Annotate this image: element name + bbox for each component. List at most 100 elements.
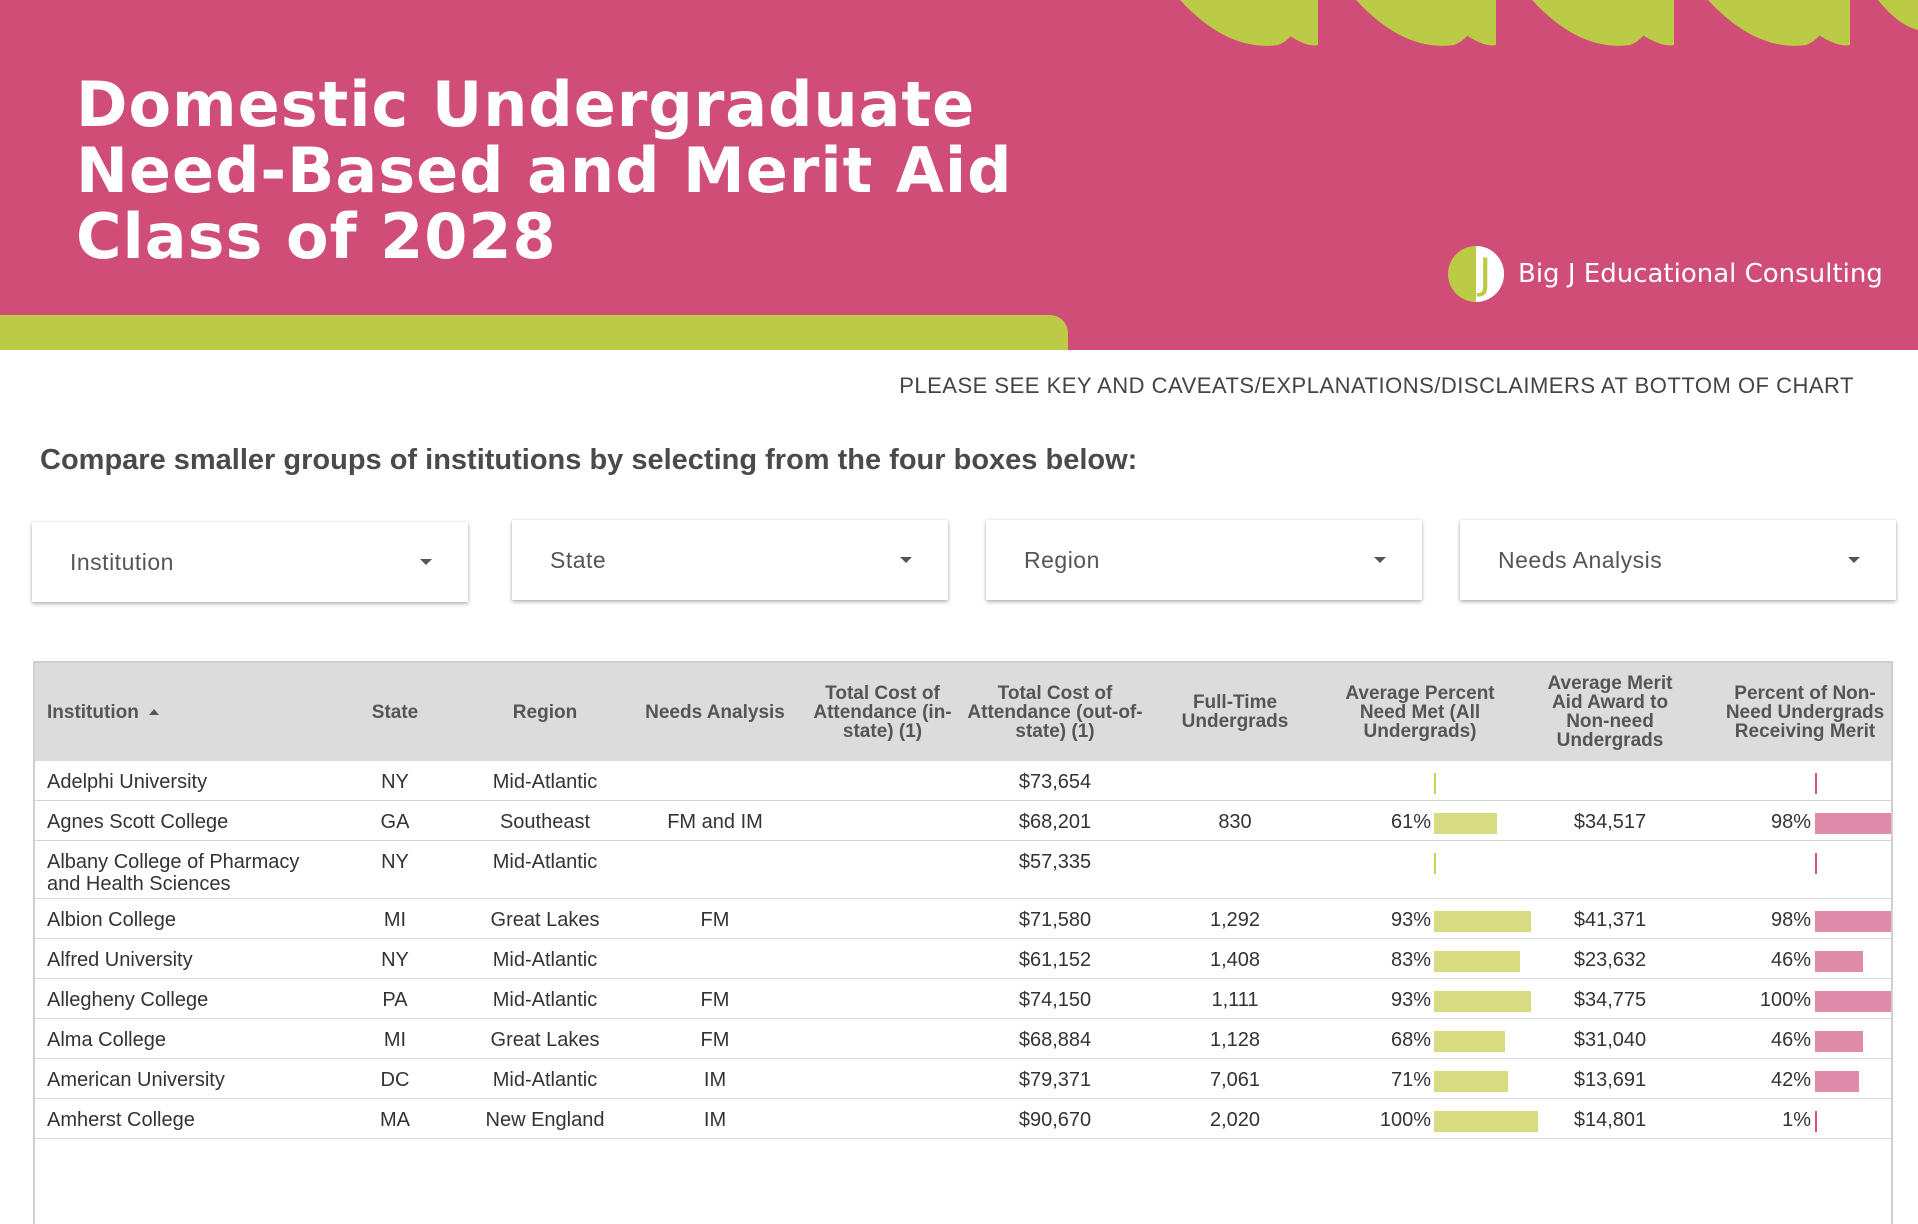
sort-ascending-icon [148,709,159,715]
cell-need-met [1325,841,1431,851]
cell-need-met: 100% [1379,1109,1431,1131]
cell-merit-avg [1530,841,1690,851]
column-header-merit-avg[interactable]: Average Merit Aid Award to Non-need Unde… [1530,663,1690,761]
need-met-bar-cell [1434,1099,1542,1138]
cell-cost-out-of-state: $90,670 [1018,1109,1092,1131]
cell-cost-out-of-state: $61,152 [1018,949,1092,971]
merit-pct-bar [1815,911,1891,932]
merit-pct-bar [1815,1111,1817,1132]
merit-pct-bar-cell [1815,899,1891,938]
merit-pct-bar-cell [1815,1019,1891,1058]
cell-merit-avg: $14,801 [1573,1109,1647,1131]
chevron-down-icon [420,559,432,565]
cell-cost-out-of-state: $74,150 [1018,989,1092,1011]
table-row: Alma College MI Great Lakes FM $68,884 1,128 6… [35,1019,1891,1059]
cell-need-met: 71% [1390,1069,1431,1091]
cell-merit-pct [1675,841,1811,851]
brand-logo-icon: J [1448,246,1504,302]
cell-institution: Alma College [47,1029,166,1051]
cell-needs-analysis: IM [703,1109,727,1131]
cell-institution: Alfred University [47,949,193,971]
cell-region: Mid-Atlantic [492,851,598,873]
disclaimer-notice: PLEASE SEE KEY AND CAVEATS/EXPLANATIONS/… [899,373,1854,398]
column-header-state[interactable]: State [345,663,445,761]
institution-filter-dropdown[interactable]: Institution [32,522,468,602]
column-header-region[interactable]: Region [455,663,635,761]
cell-cost-in-state [795,1019,970,1029]
needs-analysis-filter-dropdown[interactable]: Needs Analysis [1460,520,1896,600]
column-header-full-time-undergrads[interactable]: Full-Time Undergrads [1165,663,1305,761]
cell-need-met: 83% [1390,949,1431,971]
merit-pct-bar-cell [1815,979,1891,1018]
merit-pct-bar-cell [1815,801,1891,840]
table-row: Albion College MI Great Lakes FM $71,580 1,29… [35,899,1891,939]
cell-merit-pct: 1% [1782,1109,1811,1131]
need-met-bar [1434,1071,1508,1092]
cell-full-time-undergrads: 830 [1218,811,1252,833]
cell-region: New England [485,1109,605,1131]
region-filter-dropdown[interactable]: Region [986,520,1422,600]
need-met-bar [1434,1031,1505,1052]
column-header-merit-pct[interactable]: Percent of Non-Need Undergrads Receiving… [1720,663,1890,761]
title-line-2: Need-Based and Merit Aid [76,134,1013,207]
need-met-bar-cell [1434,939,1542,978]
merit-pct-bar-cell [1815,939,1891,978]
table-row: Albany College of Pharmacy and Health Sc… [35,841,1891,899]
cell-institution: Albion College [47,909,176,931]
cell-full-time-undergrads: 2,020 [1209,1109,1261,1131]
merit-pct-bar [1815,1031,1863,1052]
need-met-bar-cell [1434,1019,1542,1058]
column-header-cost-out-of-state[interactable]: Total Cost of Attendance (out-of-state) … [960,663,1150,761]
column-header-cost-in-state[interactable]: Total Cost of Attendance (in-state) (1) [795,663,970,761]
need-met-bar-cell [1434,1059,1542,1098]
cell-merit-avg: $34,517 [1573,811,1647,833]
cell-merit-pct: 42% [1770,1069,1811,1091]
cell-institution: Allegheny College [47,989,209,1011]
cell-full-time-undergrads: 1,111 [1211,989,1259,1011]
cell-needs-analysis [640,939,790,949]
cell-cost-out-of-state: $68,884 [1018,1029,1092,1051]
aid-table: Institution State Region Needs Analysis … [33,661,1893,1224]
cell-region: Mid-Atlantic [492,949,598,971]
title-line-3: Class of 2028 [76,200,557,273]
column-header-institution[interactable]: Institution [47,663,347,761]
need-met-bar [1434,853,1436,874]
brand-logo-letter: J [1476,249,1491,298]
cell-region: Great Lakes [490,1029,600,1051]
cell-needs-analysis: FM [700,909,730,931]
need-met-bar-cell [1434,899,1542,938]
column-header-need-met[interactable]: Average Percent Need Met (All Undergrads… [1340,663,1500,761]
chevron-down-icon [1374,557,1386,563]
cell-need-met: 93% [1390,909,1431,931]
cell-merit-pct: 46% [1770,1029,1811,1051]
state-filter-dropdown[interactable]: State [512,520,948,600]
cell-institution: Agnes Scott College [47,811,229,833]
cell-merit-avg: $13,691 [1573,1069,1647,1091]
cell-needs-analysis: IM [703,1069,727,1091]
cell-cost-out-of-state: $57,335 [1018,851,1092,873]
cell-merit-avg [1530,761,1690,771]
table-header: Institution State Region Needs Analysis … [35,663,1891,761]
cell-state: GA [380,811,410,833]
cell-state: NY [381,771,409,793]
cell-cost-out-of-state: $68,201 [1018,811,1092,833]
chevron-down-icon [900,557,912,563]
cell-region: Great Lakes [490,909,600,931]
cell-full-time-undergrads: 1,408 [1209,949,1261,971]
cell-cost-in-state [795,979,970,989]
column-header-needs-analysis[interactable]: Needs Analysis [640,663,790,761]
table-row: Amherst College MA New England IM $90,670 2,0… [35,1099,1891,1139]
cell-merit-avg: $31,040 [1573,1029,1647,1051]
cell-state: PA [382,989,408,1011]
cell-need-met: 61% [1390,811,1431,833]
cell-region: Southeast [499,811,591,833]
cell-need-met: 68% [1390,1029,1431,1051]
cell-region: Mid-Atlantic [492,771,598,793]
cell-needs-analysis: FM and IM [667,811,763,833]
table-row: Allegheny College PA Mid-Atlantic FM $74,150… [35,979,1891,1019]
merit-pct-bar-cell [1815,761,1891,800]
table-row: Alfred University NY Mid-Atlantic $61,152 1,… [35,939,1891,979]
need-met-bar [1434,813,1497,834]
cell-full-time-undergrads [1165,761,1305,771]
cell-merit-pct [1675,761,1811,771]
